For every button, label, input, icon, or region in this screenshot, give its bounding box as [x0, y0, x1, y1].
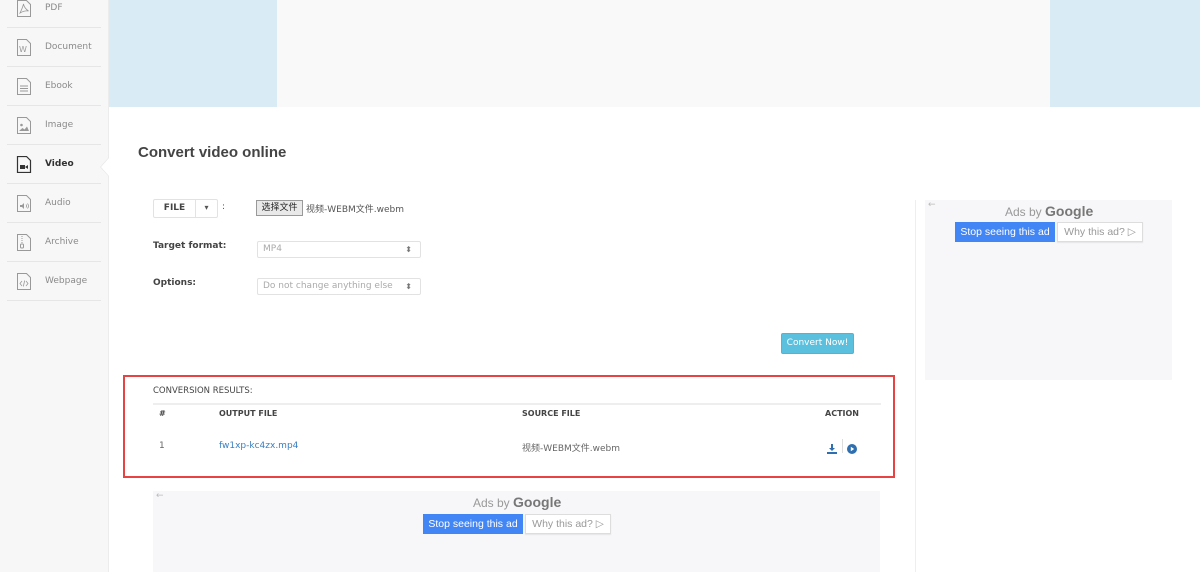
why-this-ad-button[interactable]: Why this ad? ▷ [525, 514, 611, 534]
results-title: CONVERSION RESULTS: [153, 386, 253, 396]
pdf-icon [16, 0, 32, 17]
play-icon[interactable] [846, 440, 858, 454]
sidebar-item-image[interactable]: Image [7, 106, 101, 145]
active-indicator [101, 158, 109, 176]
results-divider [153, 403, 881, 405]
convert-now-button[interactable]: Convert Now! [781, 333, 854, 354]
output-file-link[interactable]: fw1xp-kc4zx.mp4 [219, 441, 298, 451]
sidebar-item-label: Webpage [45, 276, 88, 286]
page-title: Convert video online [138, 144, 287, 161]
banner-left [109, 0, 277, 107]
webpage-icon [16, 272, 32, 290]
sidebar-item-pdf[interactable]: PDF [7, 0, 101, 28]
audio-icon [16, 194, 32, 212]
ad-back-icon[interactable]: ← [156, 491, 164, 501]
ad-right: ← Ads by Google Stop seeing this ad Why … [925, 200, 1172, 380]
sidebar-item-label: Document [45, 42, 92, 52]
stop-seeing-ad-button[interactable]: Stop seeing this ad [955, 222, 1055, 242]
google-logo-text: Google [1045, 203, 1094, 219]
source-colon: : [222, 202, 226, 212]
select-arrow-icon: ⬍ [405, 245, 412, 254]
target-format-select[interactable]: MP4 ⬍ [257, 241, 421, 258]
google-logo-text: Google [513, 494, 562, 510]
banner-ad-area [277, 0, 1050, 107]
row-index: 1 [159, 441, 165, 451]
chosen-file-name: 视频-WEBM文件.webm [306, 205, 405, 215]
sidebar-item-label: Audio [45, 198, 71, 208]
sidebar-item-webpage[interactable]: Webpage [7, 262, 101, 301]
col-header-output-file: OUTPUT FILE [219, 409, 278, 418]
sidebar-item-label: Video [45, 159, 74, 169]
sidebar-item-archive[interactable]: Archive [7, 223, 101, 262]
source-type-dropdown[interactable]: FILE ▾ [153, 199, 218, 218]
download-icon[interactable] [826, 440, 838, 454]
source-file-name: 视频-WEBM文件.webm [522, 444, 621, 454]
sidebar-item-ebook[interactable]: Ebook [7, 67, 101, 106]
image-icon [16, 116, 32, 134]
sidebar-item-document[interactable]: W Document [7, 28, 101, 67]
archive-icon [16, 233, 32, 251]
choose-file-button[interactable]: 选择文件 [256, 200, 303, 216]
sidebar-item-label: Archive [45, 237, 79, 247]
sidebar-item-label: Ebook [45, 81, 73, 91]
col-header-index: # [159, 409, 166, 418]
why-this-ad-button[interactable]: Why this ad? ▷ [1057, 222, 1143, 242]
ad-back-icon[interactable]: ← [928, 200, 936, 210]
select-arrow-icon: ⬍ [405, 282, 412, 291]
column-divider [915, 200, 916, 572]
col-header-source-file: SOURCE FILE [522, 409, 581, 418]
video-icon [16, 155, 32, 173]
options-select[interactable]: Do not change anything else ⬍ [257, 278, 421, 295]
ads-by-text: Ads by [1005, 205, 1042, 219]
sidebar-item-audio[interactable]: Audio [7, 184, 101, 223]
ads-by-google: Ads by Google [1005, 203, 1093, 219]
ad-bottom: ← Ads by Google Stop seeing this ad Why … [153, 491, 880, 572]
sidebar-item-label: PDF [45, 3, 63, 13]
sidebar: PDF W Document Ebook Image Video Audio A… [0, 0, 109, 572]
options-label: Options: [153, 278, 197, 288]
chevron-down-icon: ▾ [204, 203, 209, 212]
ads-by-google: Ads by Google [473, 494, 561, 510]
target-format-label: Target format: [153, 241, 227, 251]
ebook-icon [16, 77, 32, 95]
banner-right [1050, 0, 1200, 107]
sidebar-item-label: Image [45, 120, 74, 130]
sidebar-item-video[interactable]: Video [7, 145, 101, 184]
target-format-value: MP4 [263, 244, 282, 254]
action-separator [842, 439, 843, 453]
document-icon: W [16, 38, 32, 56]
stop-seeing-ad-button[interactable]: Stop seeing this ad [423, 514, 523, 534]
svg-text:W: W [19, 45, 27, 54]
options-value: Do not change anything else [263, 281, 393, 291]
source-type-label: FILE [154, 200, 196, 217]
ads-by-text: Ads by [473, 496, 510, 510]
col-header-action: ACTION [825, 409, 859, 418]
